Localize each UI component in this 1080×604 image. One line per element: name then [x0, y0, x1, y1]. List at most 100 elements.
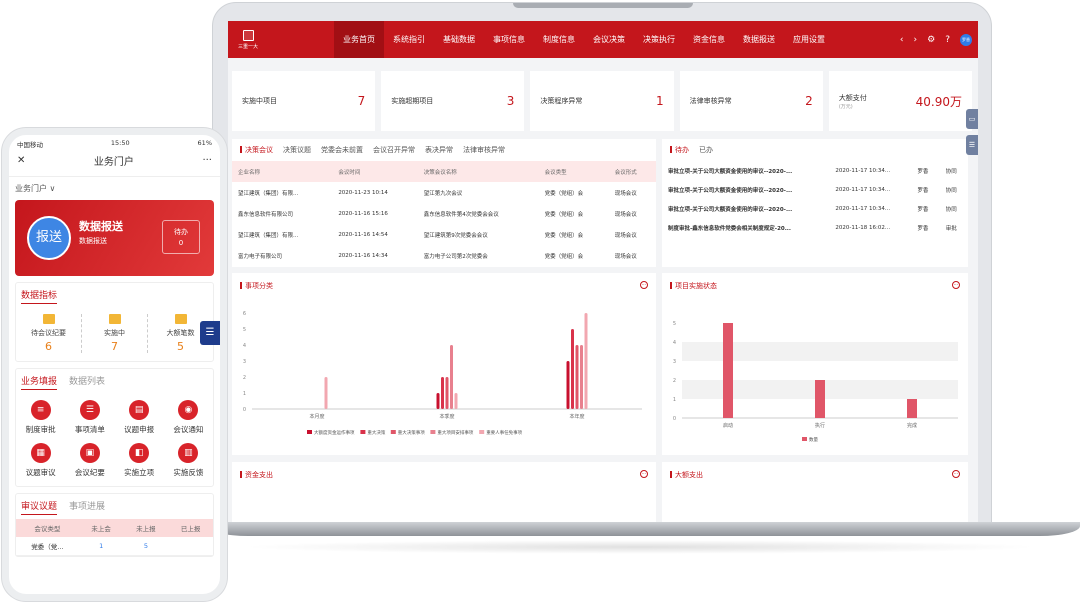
todo-user: 罗香: [917, 206, 929, 213]
grid-item-feedback[interactable]: ▥ 实施反馈: [164, 443, 213, 478]
nav-funds[interactable]: 资金信息: [684, 21, 734, 58]
table-row[interactable]: 望江建筑（集团）有限... 2020-11-16 14:54 望江建筑第9次党委会会…: [232, 224, 656, 245]
todo-user: 罗香: [917, 187, 929, 194]
close-icon[interactable]: ✕: [17, 155, 25, 166]
nav-reporting[interactable]: 数据报送: [734, 21, 784, 58]
todo-title: 审批立项-关于公司大额资金使用的审议--2020-...: [668, 168, 793, 175]
nav-right-tools: ‹ › ⚙ ? 罗香: [900, 21, 972, 58]
todo-user: 罗香: [917, 225, 929, 232]
todo-user: 罗香: [917, 168, 929, 175]
pending-badge[interactable]: 待办 0: [162, 220, 200, 254]
y-tick-label: 5: [673, 321, 676, 327]
panel-header: 项目实施状态 ⋯: [662, 273, 968, 299]
column-header: 会议类型: [16, 519, 79, 537]
stat-label: 待会议纪要: [31, 329, 66, 337]
more-icon[interactable]: ···: [202, 155, 212, 166]
settings-icon[interactable]: ⚙: [927, 35, 935, 45]
legend-label: 重大决策事项: [398, 429, 425, 436]
table-cell: 党委（党组）会: [544, 232, 584, 239]
todo-title: 审批立项-关于公司大额资金使用的审议--2020-...: [668, 206, 793, 213]
table-row[interactable]: 制度审批-鑫东信息软件党委会相关制度规定-20... 2020-11-18 16:…: [662, 218, 968, 237]
table-row[interactable]: 鑫东信息软件有限公司 2020-11-16 15:16 鑫东信息软件第4次党委会会议…: [232, 203, 656, 224]
large-expense-panel: 大额支出 ⋯: [662, 462, 968, 523]
todo-panel: 待办 已办 审批立项-关于公司大额资金使用的审议--2020-... 2020-1…: [662, 139, 968, 267]
kpi-card[interactable]: 法律审核异常 2: [679, 71, 823, 131]
grid-label: 事项清单: [74, 425, 105, 434]
x-tick-label: 本月度: [309, 413, 324, 420]
more-icon[interactable]: ⋯: [952, 470, 960, 478]
column-header: 决策会议名称: [417, 161, 539, 182]
tab-business-fill[interactable]: 业务填报: [21, 374, 58, 390]
chart-bar: [584, 313, 588, 409]
portal-selector[interactable]: 业务门户 ∨: [9, 177, 220, 200]
tab-party-not-prior[interactable]: 党委会未前置: [321, 145, 363, 155]
todo-time: 2020-11-18 16:02...: [835, 224, 891, 231]
y-tick-label: 3: [673, 359, 676, 365]
nav-rules[interactable]: 制度信息: [534, 21, 584, 58]
tab-vote-abnormal[interactable]: 表决异常: [425, 145, 453, 155]
table-row[interactable]: 审批立项-关于公司大额资金使用的审议--2020-... 2020-11-17 1…: [662, 161, 968, 180]
nav-matters[interactable]: 事项信息: [484, 21, 534, 58]
document-icon: [42, 314, 55, 324]
stat-item[interactable]: 实施中 7: [82, 314, 148, 353]
side-menu-button[interactable]: ☰: [966, 135, 978, 155]
nav-decisions[interactable]: 会议决策: [584, 21, 634, 58]
tab-meeting-abnormal[interactable]: 会议召开异常: [373, 145, 415, 155]
grid-item-topic-apply[interactable]: ▤ 议题申报: [115, 400, 164, 435]
next-arrow-icon[interactable]: ›: [914, 35, 918, 45]
kpi-card[interactable]: 实施超期项目 3: [381, 71, 525, 131]
kpi-card[interactable]: 实施中项目 7: [232, 71, 376, 131]
approval-icon: ≡: [30, 400, 51, 420]
nav-home[interactable]: 业务首页: [334, 21, 384, 58]
tab-done[interactable]: 已办: [699, 145, 713, 155]
kpi-card[interactable]: 决策程序异常 1: [530, 71, 674, 131]
tab-decision-topic[interactable]: 决策议题: [283, 145, 311, 155]
menu-icon[interactable]: ☰: [200, 321, 220, 345]
more-icon[interactable]: ⋯: [952, 281, 960, 289]
kpi-card[interactable]: 大额支付 (万元) 40.90万: [828, 71, 973, 131]
kpi-value: 40.90万: [915, 94, 963, 109]
more-icon[interactable]: ⋯: [640, 470, 648, 478]
table-row[interactable]: 党委（党... 1 5: [16, 537, 213, 556]
x-tick-label: 执行: [815, 422, 825, 429]
table-cell: 望江第九次会议: [423, 190, 463, 197]
nav-guide[interactable]: 系统指引: [384, 21, 434, 58]
grid-item-rule-approval[interactable]: ≡ 制度审批: [16, 400, 65, 435]
report-banner[interactable]: 报送 数据报送 数据报送 待办 0: [15, 200, 214, 276]
grid-item-minutes[interactable]: ▣ 会议纪要: [65, 443, 114, 478]
grid-item-topic-review[interactable]: ▦ 议题审议: [16, 443, 65, 478]
todo-time: 2020-11-17 10:34...: [835, 167, 891, 174]
chart-bar: [445, 377, 449, 409]
grid-item-meeting-notice[interactable]: ◉ 会议通知: [164, 400, 213, 435]
nav-basic-data[interactable]: 基础数据: [434, 21, 484, 58]
table-row[interactable]: 富力电子有限公司 2020-11-16 14:34 富力电子公司第2次党委会 党委（党…: [232, 245, 656, 266]
legend-swatch: [802, 437, 807, 441]
tab-matter-progress[interactable]: 事项进展: [69, 499, 105, 515]
todo-time: 2020-11-17 10:34...: [835, 205, 891, 212]
table-row[interactable]: 望江建筑（集团）有限... 2020-11-23 10:14 望江第九次会议 党委（党…: [232, 182, 656, 203]
project-status-panel: 项目实施状态 ⋯ 0 1 2 3 4 5 启动 执行 完成 数量: [662, 273, 968, 455]
nav-execution[interactable]: 决策执行: [634, 21, 684, 58]
help-icon[interactable]: ?: [945, 35, 950, 45]
prev-arrow-icon[interactable]: ‹: [900, 35, 904, 45]
more-icon[interactable]: ⋯: [640, 281, 648, 289]
tab-todo[interactable]: 待办: [670, 145, 689, 155]
tab-review-topics[interactable]: 审议议题: [21, 499, 58, 515]
clock-text: 15:50: [110, 139, 130, 147]
review-icon: ▦: [30, 443, 51, 463]
grid-item-project-setup[interactable]: ◧ 实施立项: [115, 443, 164, 478]
app-logo[interactable]: 三重一大: [228, 21, 268, 58]
tab-legal-abnormal[interactable]: 法律审核异常: [463, 145, 505, 155]
tab-data-list[interactable]: 数据列表: [69, 374, 105, 390]
chart-bar: [566, 361, 570, 409]
nav-settings[interactable]: 应用设置: [784, 21, 834, 58]
side-panel-button[interactable]: ▭: [966, 109, 978, 129]
tab-decision-meeting[interactable]: 决策会议: [240, 145, 273, 155]
user-avatar[interactable]: 罗香: [960, 33, 972, 46]
stat-item[interactable]: 待会议纪要 6: [16, 314, 82, 353]
legend-label: 重大项目安排事项: [437, 429, 473, 436]
kpi-label: 实施中项目: [242, 97, 277, 105]
table-row[interactable]: 审批立项-关于公司大额资金使用的审议--2020-... 2020-11-17 1…: [662, 199, 968, 218]
table-row[interactable]: 审批立项-关于公司大额资金使用的审议--2020-... 2020-11-17 1…: [662, 180, 968, 199]
grid-item-matter-list[interactable]: ☰ 事项清单: [65, 400, 114, 435]
